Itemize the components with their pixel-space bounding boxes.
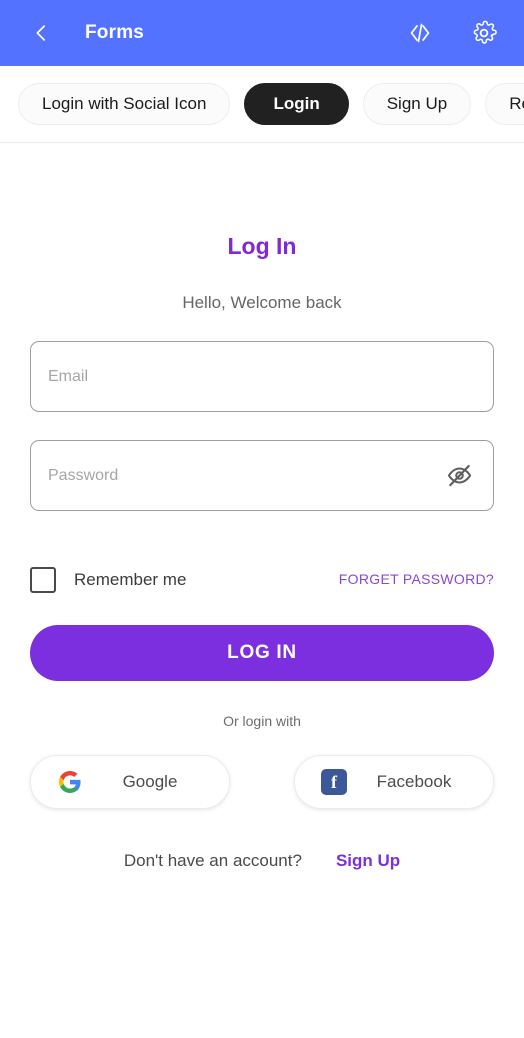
tab-label: Res — [509, 94, 524, 113]
sign-up-link[interactable]: Sign Up — [336, 851, 400, 871]
chevron-left-icon — [36, 25, 46, 41]
tab-label: Login with Social Icon — [42, 94, 207, 113]
back-button[interactable] — [26, 18, 56, 48]
signup-question: Don't have an account? — [123, 851, 302, 870]
google-login-button[interactable]: Google — [30, 755, 230, 809]
remember-me-checkbox[interactable] — [30, 567, 56, 593]
email-field-wrapper[interactable] — [30, 341, 494, 412]
password-field-wrapper[interactable] — [30, 440, 494, 511]
password-input[interactable] — [48, 441, 442, 510]
facebook-icon: f — [317, 765, 351, 799]
code-brackets-icon — [410, 23, 430, 43]
email-input[interactable] — [48, 342, 476, 411]
form-options-row: Remember me FORGET PASSWORD? — [30, 567, 494, 593]
facebook-f-glyph: f — [321, 769, 347, 795]
gear-icon — [473, 20, 497, 44]
app-bar: Forms — [0, 0, 524, 66]
social-login-row: Google f Facebook — [30, 755, 494, 809]
eye-off-icon — [447, 464, 471, 487]
toggle-password-visibility-button[interactable] — [442, 459, 476, 493]
facebook-login-label: Facebook — [376, 772, 452, 791]
view-code-button[interactable] — [402, 15, 438, 51]
google-g-glyph — [58, 771, 81, 793]
tab-label: Login — [273, 94, 320, 113]
form-subhead: Hello, Welcome back — [182, 293, 342, 312]
google-login-label: Google — [122, 772, 178, 791]
log-in-button[interactable]: LOG IN — [30, 625, 494, 681]
page-title: Forms — [85, 22, 145, 43]
settings-button[interactable] — [466, 15, 502, 51]
log-in-button-label: LOG IN — [227, 642, 297, 663]
tab-bar[interactable]: Login with Social Icon Login Sign Up Res — [0, 66, 524, 143]
tab-sign-up[interactable]: Sign Up — [362, 83, 472, 125]
remember-me-label: Remember me — [74, 570, 187, 589]
tab-login[interactable]: Login — [244, 83, 349, 125]
login-form: Log In Hello, Welcome back Remember me F… — [0, 233, 524, 871]
tab-login-with-social-icon[interactable]: Login with Social Icon — [18, 83, 231, 125]
facebook-login-button[interactable]: f Facebook — [294, 755, 494, 809]
remember-me-control[interactable]: Remember me — [30, 567, 186, 593]
social-divider-text: Or login with — [223, 713, 301, 729]
tab-label: Sign Up — [386, 94, 448, 113]
google-icon — [53, 765, 87, 799]
forget-password-link[interactable]: FORGET PASSWORD? — [339, 571, 494, 589]
app-screen: Forms Login with Social Icon Login Sign … — [0, 0, 524, 1038]
form-headline: Log In — [227, 233, 297, 259]
signup-prompt-row: Don't have an account? Sign Up — [30, 851, 494, 871]
tab-reset-password[interactable]: Res — [485, 83, 524, 125]
